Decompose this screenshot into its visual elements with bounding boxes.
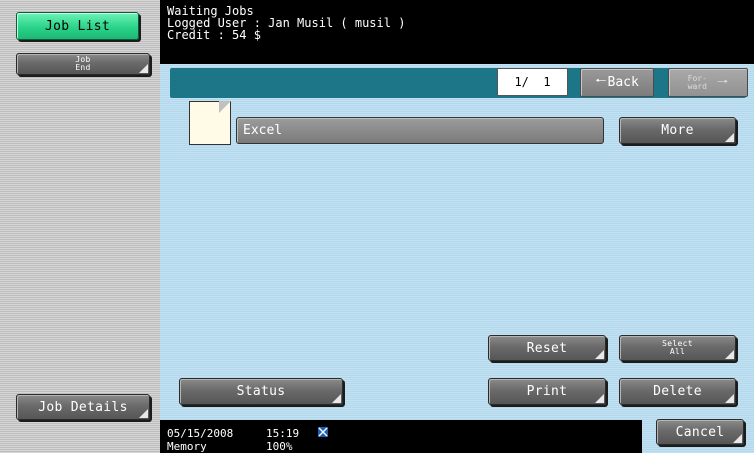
delete-label: Delete	[653, 384, 702, 399]
time-text: 15:19	[266, 427, 300, 440]
job-end-button[interactable]: Job End	[16, 53, 150, 75]
panel-header-bar	[170, 68, 746, 98]
select-all-label: Select All	[662, 339, 693, 356]
back-arrow-icon: 🠐	[595, 73, 607, 89]
forward-button[interactable]: For- ward 🠒	[668, 68, 748, 97]
status-button[interactable]: Status	[179, 378, 343, 405]
delete-button[interactable]: Delete	[619, 378, 736, 405]
back-label: Back	[607, 75, 639, 90]
status-label: Status	[236, 384, 286, 399]
document-icon	[189, 101, 231, 145]
memory-label: Memory	[167, 440, 207, 453]
select-all-button[interactable]: Select All	[619, 335, 736, 361]
page-indicator: 1/ 1	[497, 68, 568, 96]
job-name: Excel	[243, 123, 283, 138]
print-label: Print	[526, 384, 568, 399]
reset-label: Reset	[526, 340, 568, 356]
job-list-button[interactable]: Job List	[16, 12, 139, 40]
network-icon	[317, 423, 329, 437]
forward-arrow-icon: 🠒	[716, 74, 729, 90]
job-details-button[interactable]: Job Details	[16, 394, 150, 420]
cancel-button[interactable]: Cancel	[656, 419, 744, 445]
job-details-label: Job Details	[38, 399, 128, 415]
forward-label: For- ward	[687, 73, 707, 91]
job-list-label: Job List	[44, 18, 110, 34]
date-text: 05/15/2008	[167, 427, 234, 440]
page-number: 1/ 1	[514, 75, 551, 89]
credit-text: Credit : 54 $	[167, 28, 261, 42]
header: Waiting Jobs Logged User : Jan Musil ( m…	[160, 0, 754, 64]
job-end-label: Job End	[75, 55, 91, 72]
more-label: More	[661, 123, 694, 138]
print-button[interactable]: Print	[488, 378, 606, 405]
memory-value: 100%	[266, 440, 293, 453]
back-button[interactable]: 🠐 Back	[580, 68, 654, 97]
job-row-excel[interactable]: Excel	[236, 117, 604, 144]
reset-button[interactable]: Reset	[488, 335, 606, 361]
cancel-label: Cancel	[675, 424, 725, 440]
more-button[interactable]: More	[619, 117, 736, 144]
